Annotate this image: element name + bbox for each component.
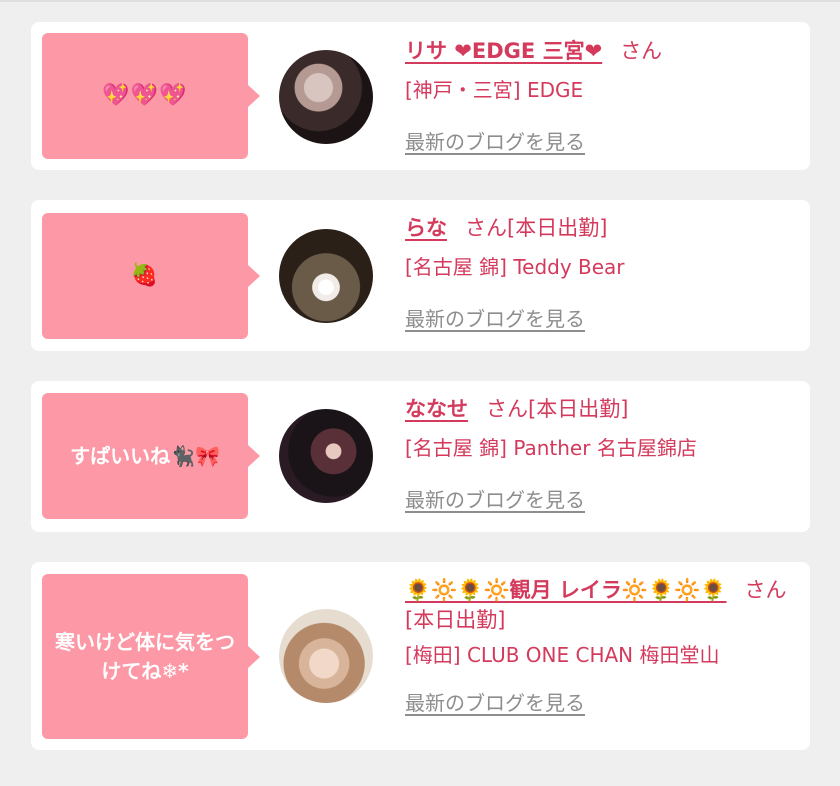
latest-blog-link[interactable]: 最新のブログを見る [405,126,585,155]
cast-name-link[interactable]: らな [405,216,447,240]
cast-info: ななせ さん[本日出勤] [名古屋 錦] Panther 名古屋錦店 最新のブログ… [405,394,800,513]
message-text: 🍓 [130,263,160,289]
message-text: 寒いけど体に気をつけてね❄* [55,629,235,683]
work-status: [本日出勤] [405,608,506,632]
honorific: さん [744,578,787,602]
shop-name: [梅田] CLUB ONE CHAN 梅田堂山 [405,643,720,667]
cast-name-line: らな さん[本日出勤] [405,213,800,243]
latest-blog-link[interactable]: 最新のブログを見る [405,303,585,332]
message-list: 💖💖💖 リサ ❤EDGE 三宮❤ さん [神戸・三宮] EDGE 最新のブログを見… [31,22,810,780]
cast-name-line: リサ ❤EDGE 三宮❤ さん [405,36,800,66]
message-text: すぱいいね🐈‍⬛🎀 [70,443,220,468]
message-text: 💖💖💖 [102,83,188,109]
message-card: 💖💖💖 リサ ❤EDGE 三宮❤ さん [神戸・三宮] EDGE 最新のブログを見… [31,22,810,170]
message-card: 寒いけど体に気をつけてね❄* 🌻🔆🌻🔆観月 レイラ🔆🌻🔆🌻 さん [本日出勤] [梅… [31,562,810,750]
message-bubble: 🍓 [42,213,260,339]
shop-name: [名古屋 錦] Teddy Bear [405,255,625,279]
work-status: [本日出勤] [528,397,629,421]
shop-name: [名古屋 錦] Panther 名古屋錦店 [405,436,697,460]
cast-name-line: ななせ さん[本日出勤] [405,394,800,424]
honorific: さん [486,397,528,421]
cast-info: 🌻🔆🌻🔆観月 レイラ🔆🌻🔆🌻 さん [本日出勤] [梅田] CLUB ONE CHA… [405,575,800,716]
honorific: さん [465,216,507,240]
honorific: さん [620,39,663,63]
avatar[interactable] [279,50,373,144]
message-bubble: すぱいいね🐈‍⬛🎀 [42,393,260,519]
cast-name-link[interactable]: ななせ [405,397,468,421]
message-bubble: 寒いけど体に気をつけてね❄* [42,574,260,739]
cast-info: リサ ❤EDGE 三宮❤ さん [神戸・三宮] EDGE 最新のブログを見る [405,36,800,155]
cast-name-link[interactable]: 🌻🔆🌻🔆観月 レイラ🔆🌻🔆🌻 [405,578,727,602]
message-card: 🍓 らな さん[本日出勤] [名古屋 錦] Teddy Bear 最新のブログを見… [31,200,810,351]
top-divider [0,0,840,2]
latest-blog-link[interactable]: 最新のブログを見る [405,484,585,513]
cast-info: らな さん[本日出勤] [名古屋 錦] Teddy Bear 最新のブログを見る [405,213,800,332]
message-bubble: 💖💖💖 [42,33,260,159]
latest-blog-link[interactable]: 最新のブログを見る [405,687,585,716]
work-status: [本日出勤] [507,216,608,240]
avatar[interactable] [279,409,373,503]
cast-name-line: 🌻🔆🌻🔆観月 レイラ🔆🌻🔆🌻 さん [本日出勤] [405,575,800,635]
avatar[interactable] [279,229,373,323]
cast-name-link[interactable]: リサ ❤EDGE 三宮❤ [405,39,602,63]
avatar[interactable] [279,609,373,703]
shop-name: [神戸・三宮] EDGE [405,78,584,102]
message-card: すぱいいね🐈‍⬛🎀 ななせ さん[本日出勤] [名古屋 錦] Panther 名古… [31,381,810,532]
